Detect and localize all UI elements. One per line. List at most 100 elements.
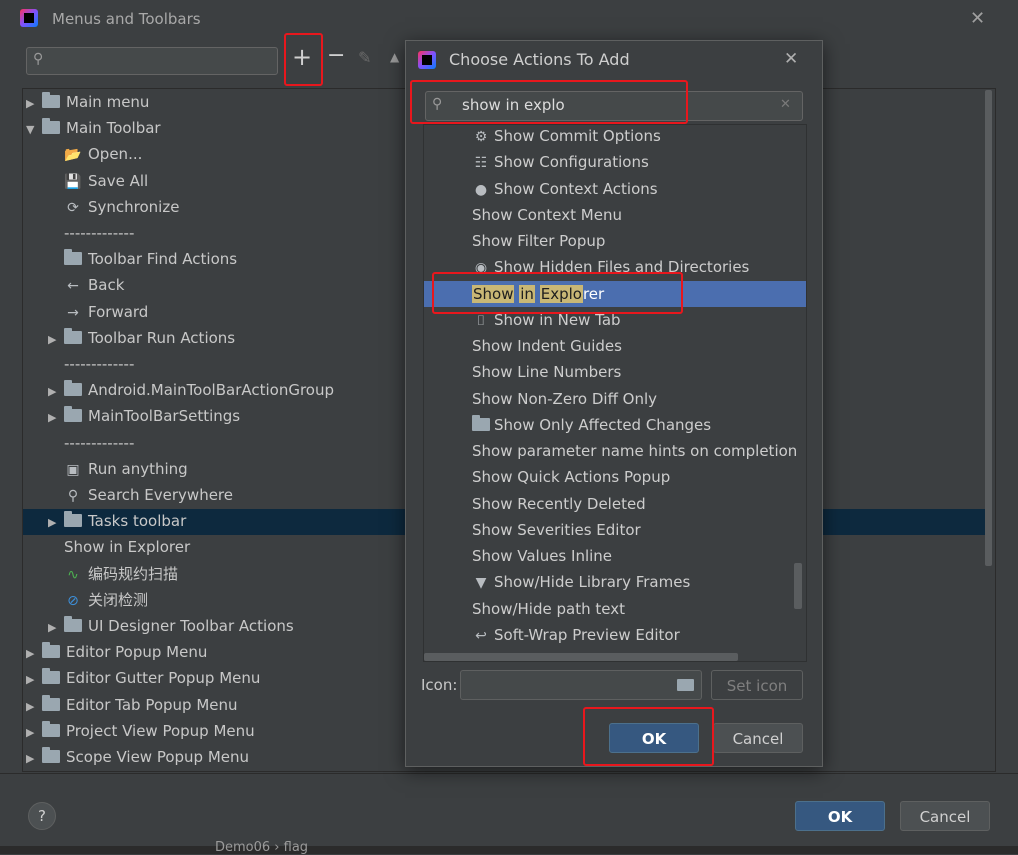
tree-row-label: Forward (88, 302, 149, 321)
set-icon-button[interactable]: Set icon (711, 670, 803, 700)
action-list-item[interactable]: Show Only Affected Changes (424, 412, 806, 438)
window-title: Menus and Toolbars (52, 10, 201, 28)
tree-row[interactable]: 📂 Open... (48, 141, 142, 167)
action-label: Show Quick Actions Popup (472, 468, 671, 487)
tree-row[interactable]: Toolbar Find Actions (48, 246, 237, 272)
icon-path-field[interactable] (460, 670, 702, 700)
expand-arrow-icon[interactable]: ▶ (26, 667, 42, 693)
action-label: Soft-Wrap Preview Editor (494, 625, 680, 644)
tree-row-label: Editor Gutter Popup Menu (66, 669, 261, 688)
expand-arrow-icon[interactable]: ▶ (48, 327, 64, 353)
expand-arrow-icon[interactable]: ▶ (26, 694, 42, 720)
tree-row[interactable]: ∿ 编码规约扫描 (48, 561, 178, 587)
tree-row[interactable]: ------------- (48, 430, 134, 456)
clear-search-icon[interactable]: ✕ (780, 97, 791, 112)
action-label: Show Non-Zero Diff Only (472, 389, 658, 408)
tree-row-label: ------------- (64, 433, 135, 452)
action-list-item[interactable]: Show Non-Zero Diff Only (424, 386, 806, 412)
expand-arrow-icon[interactable]: ▶ (48, 405, 64, 431)
action-list: ⚙ Show Commit Options ☷ Show Configurations… (423, 124, 807, 662)
action-list-item[interactable]: ▼ Show/Hide Library Frames (424, 569, 806, 595)
tree-row[interactable]: ▶ Editor Popup Menu (26, 639, 207, 665)
forward-arrow-icon: → (67, 304, 79, 321)
tree-row[interactable]: ▼ Main Toolbar (26, 115, 161, 141)
move-up-icon[interactable]: ▲ (390, 50, 399, 64)
action-list-item[interactable]: Show/Hide path text (424, 596, 806, 622)
tree-row[interactable]: 💾 Save All (48, 168, 148, 194)
expand-arrow-icon[interactable]: ▶ (48, 379, 64, 405)
remove-action-button[interactable]: − (327, 43, 345, 68)
tree-row-label: Android.MainToolBarActionGroup (88, 381, 334, 400)
edit-icon[interactable]: ✎ (358, 48, 371, 67)
main-cancel-button[interactable]: Cancel (900, 801, 990, 831)
action-list-item[interactable]: Show Severities Editor (424, 517, 806, 543)
action-list-item[interactable]: ☷ Show Configurations (424, 149, 806, 175)
action-list-item[interactable]: ● Show Context Actions (424, 176, 806, 202)
action-label: Show Line Numbers (472, 363, 622, 382)
tree-row[interactable]: ▶ MainToolBarSettings (48, 403, 240, 429)
tree-row-label: Save All (88, 171, 149, 190)
expand-arrow-icon[interactable]: ▶ (26, 720, 42, 746)
folder-icon (472, 414, 490, 431)
action-list-item[interactable]: Show Recently Deleted (424, 491, 806, 517)
action-list-item[interactable]: Show Filter Popup (424, 228, 806, 254)
expand-arrow-icon[interactable]: ▶ (26, 91, 42, 117)
back-arrow-icon: ← (67, 278, 79, 295)
search-annotation (410, 80, 688, 124)
action-list-item[interactable]: Show Line Numbers (424, 359, 806, 385)
collapse-arrow-icon[interactable]: ▼ (26, 117, 42, 143)
action-list-item[interactable]: Show Values Inline (424, 543, 806, 569)
action-list-item[interactable]: Show parameter name hints on completion (424, 438, 806, 464)
background-breadcrumb: Demo06 › flag (215, 840, 309, 855)
tree-row[interactable]: ⟳ Synchronize (48, 194, 179, 220)
help-button[interactable]: ? (28, 802, 56, 830)
tree-row[interactable]: ▶ Tasks toolbar (48, 508, 186, 534)
folder-icon (42, 694, 60, 711)
tree-row[interactable]: ▶ Editor Tab Popup Menu (26, 692, 238, 718)
tree-scrollbar[interactable] (985, 90, 992, 566)
expand-arrow-icon[interactable]: ▶ (48, 510, 64, 536)
action-list-item[interactable]: Show Quick Actions Popup (424, 464, 806, 490)
tree-search-field[interactable]: ⚲ (26, 47, 278, 75)
action-label: Show parameter name hints on completion (472, 442, 798, 460)
tree-row[interactable]: ▶ Project View Popup Menu (26, 718, 255, 744)
tree-row-label: Main menu (66, 93, 150, 111)
main-ok-button[interactable]: OK (795, 801, 885, 831)
tree-row[interactable]: ▶ Android.MainToolBarActionGroup (48, 377, 334, 403)
tree-row[interactable]: → Forward (48, 299, 148, 325)
action-list-item[interactable]: Show Indent Guides (424, 333, 806, 359)
tree-row[interactable]: ------------- (48, 220, 134, 246)
tree-row[interactable]: ▶ Editor Gutter Popup Menu (26, 665, 260, 691)
action-list-item[interactable]: ↩ Soft-Wrap Preview Editor (424, 622, 806, 648)
expand-arrow-icon[interactable]: ▶ (48, 615, 64, 641)
action-list-item[interactable]: ⚙ Show Commit Options (424, 125, 806, 149)
expand-arrow-icon[interactable]: ▶ (26, 641, 42, 667)
tree-row[interactable]: Show in Explorer (48, 534, 190, 560)
tree-row[interactable]: ⚲ Search Everywhere (48, 482, 233, 508)
tree-row-label: Scope View Popup Menu (66, 748, 250, 766)
action-label: Show/Hide Library Frames (494, 573, 691, 592)
dialog-cancel-button[interactable]: Cancel (713, 723, 803, 753)
tree-row[interactable]: ------------- (48, 351, 134, 377)
action-list-hscrollbar[interactable] (424, 653, 738, 661)
dialog-close-button[interactable]: ✕ (784, 49, 798, 69)
folder-icon (42, 642, 60, 659)
action-list-item[interactable]: Show Context Menu (424, 202, 806, 228)
expand-arrow-icon[interactable]: ▶ (26, 746, 42, 772)
action-label: Show Indent Guides (472, 337, 622, 355)
tree-row[interactable]: ⊘ 关闭检测 (48, 587, 148, 613)
action-label: Show Only Affected Changes (494, 415, 712, 434)
tree-row[interactable]: ▶ UI Designer Toolbar Actions (48, 613, 294, 639)
folder-icon (64, 327, 82, 344)
tree-row[interactable]: ▶ Toolbar Run Actions (48, 325, 235, 351)
action-label: Show Configurations (494, 153, 649, 172)
browse-folder-icon[interactable] (677, 679, 694, 691)
window-close-button[interactable]: ✕ (970, 8, 985, 29)
tree-row[interactable]: ▣ Run anything (48, 456, 187, 482)
tree-row[interactable]: ▶ Scope View Popup Menu (26, 744, 249, 770)
tree-row[interactable]: ← Back (48, 272, 124, 298)
folder-icon (42, 747, 60, 763)
add-button-annotation (284, 33, 323, 86)
action-list-vscrollbar[interactable] (794, 563, 802, 609)
tree-row[interactable]: ▶ Main menu (26, 89, 149, 115)
